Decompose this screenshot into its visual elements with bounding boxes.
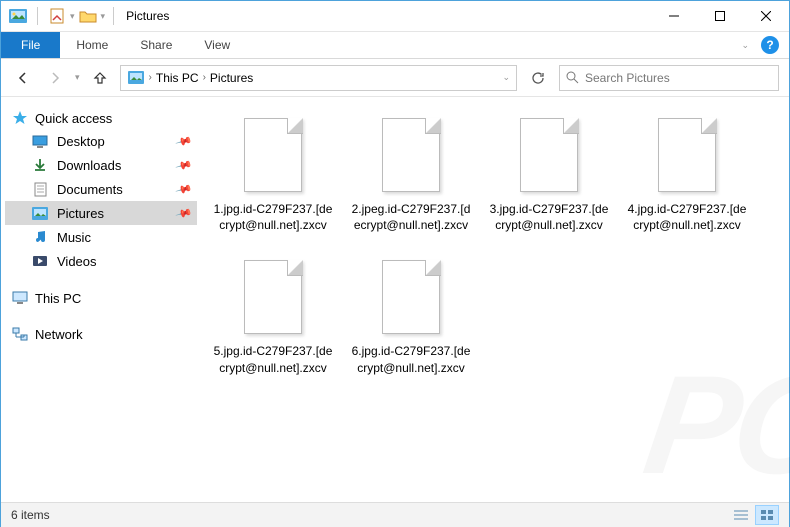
properties-icon[interactable] <box>46 5 68 27</box>
pictures-icon <box>31 205 49 221</box>
breadcrumb-item[interactable]: Pictures <box>210 71 253 85</box>
tab-home[interactable]: Home <box>60 32 124 58</box>
file-name: 6.jpg.id-C279F237.[decrypt@null.net].zxc… <box>351 343 471 375</box>
pin-icon: 📌 <box>175 156 193 174</box>
app-icon <box>7 5 29 27</box>
breadcrumb-item[interactable]: This PC <box>156 71 199 85</box>
sidebar-item-pictures[interactable]: Pictures 📌 <box>5 201 197 225</box>
file-item[interactable]: 6.jpg.id-C279F237.[decrypt@null.net].zxc… <box>351 257 471 375</box>
sidebar-label: This PC <box>35 291 81 306</box>
sidebar-item-desktop[interactable]: Desktop 📌 <box>5 129 197 153</box>
refresh-button[interactable] <box>525 65 551 91</box>
help-icon[interactable]: ? <box>761 36 779 54</box>
back-button[interactable] <box>11 66 35 90</box>
documents-icon <box>31 181 49 197</box>
sidebar-item-label: Pictures <box>57 206 104 221</box>
close-button[interactable] <box>743 1 789 31</box>
sidebar-item-documents[interactable]: Documents 📌 <box>5 177 197 201</box>
quick-access-toolbar: ▾ ▾ Pictures <box>1 5 169 27</box>
pin-icon: 📌 <box>175 204 193 222</box>
file-icon <box>655 115 719 195</box>
sidebar-item-label: Downloads <box>57 158 121 173</box>
search-icon <box>566 71 579 84</box>
file-icon <box>517 115 581 195</box>
sidebar-item-videos[interactable]: Videos <box>5 249 197 273</box>
maximize-button[interactable] <box>697 1 743 31</box>
file-grid[interactable]: 1.jpg.id-C279F237.[decrypt@null.net].zxc… <box>201 97 789 502</box>
sidebar-item-network[interactable]: Network <box>5 323 197 345</box>
sidebar-item-downloads[interactable]: Downloads 📌 <box>5 153 197 177</box>
file-item[interactable]: 5.jpg.id-C279F237.[decrypt@null.net].zxc… <box>213 257 333 375</box>
quick-access-group: Quick access Desktop📌Downloads📌Documents… <box>5 107 197 273</box>
network-icon <box>11 326 29 342</box>
file-icon <box>379 115 443 195</box>
search-input[interactable]: Search Pictures <box>559 65 779 91</box>
file-item[interactable]: 3.jpg.id-C279F237.[decrypt@null.net].zxc… <box>489 115 609 233</box>
search-placeholder: Search Pictures <box>585 71 670 85</box>
pictures-icon <box>127 70 145 86</box>
history-dropdown-icon[interactable]: ▾ <box>75 72 80 83</box>
status-text: 6 items <box>11 508 50 522</box>
videos-icon <box>31 253 49 269</box>
view-large-icons-button[interactable] <box>755 505 779 525</box>
tab-view[interactable]: View <box>188 32 246 58</box>
sidebar-item-quick-access[interactable]: Quick access <box>5 107 197 129</box>
window-controls <box>651 1 789 31</box>
tab-share[interactable]: Share <box>124 32 188 58</box>
ribbon: File Home Share View ⌄ ? <box>1 32 789 59</box>
window-title: Pictures <box>126 9 169 23</box>
qat-dropdown-icon[interactable]: ▾ <box>70 11 75 22</box>
statusbar: 6 items <box>1 502 789 527</box>
separator <box>37 7 38 25</box>
ribbon-expand-icon[interactable]: ⌄ <box>741 40 749 51</box>
file-name: 3.jpg.id-C279F237.[decrypt@null.net].zxc… <box>489 201 609 233</box>
titlebar: ▾ ▾ Pictures <box>1 1 789 32</box>
sidebar-item-this-pc[interactable]: This PC <box>5 287 197 309</box>
sidebar-item-label: Music <box>57 230 91 245</box>
file-icon <box>241 257 305 337</box>
sidebar-item-label: Desktop <box>57 134 105 149</box>
file-item[interactable]: 1.jpg.id-C279F237.[decrypt@null.net].zxc… <box>213 115 333 233</box>
desktop-icon <box>31 133 49 149</box>
file-name: 1.jpg.id-C279F237.[decrypt@null.net].zxc… <box>213 201 333 233</box>
qat-customize-icon[interactable]: ▾ <box>101 11 106 22</box>
music-icon <box>31 229 49 245</box>
new-folder-icon[interactable] <box>77 5 99 27</box>
forward-button[interactable] <box>43 66 67 90</box>
breadcrumb-dropdown-icon[interactable]: ⌄ <box>502 72 510 83</box>
chevron-right-icon[interactable]: › <box>203 72 206 83</box>
minimize-button[interactable] <box>651 1 697 31</box>
sidebar-item-label: Documents <box>57 182 123 197</box>
sidebar-item-label: Videos <box>57 254 97 269</box>
file-name: 4.jpg.id-C279F237.[decrypt@null.net].zxc… <box>627 201 747 233</box>
sidebar-label: Quick access <box>35 111 112 126</box>
sidebar-label: Network <box>35 327 83 342</box>
star-icon <box>11 110 29 126</box>
file-name: 5.jpg.id-C279F237.[decrypt@null.net].zxc… <box>213 343 333 375</box>
file-item[interactable]: 2.jpeg.id-C279F237.[decrypt@null.net].zx… <box>351 115 471 233</box>
pin-icon: 📌 <box>175 180 193 198</box>
sidebar-item-music[interactable]: Music <box>5 225 197 249</box>
file-tab[interactable]: File <box>1 32 60 58</box>
sidebar: Quick access Desktop📌Downloads📌Documents… <box>1 97 201 502</box>
file-icon <box>241 115 305 195</box>
body: Quick access Desktop📌Downloads📌Documents… <box>1 97 789 502</box>
file-item[interactable]: 4.jpg.id-C279F237.[decrypt@null.net].zxc… <box>627 115 747 233</box>
file-name: 2.jpeg.id-C279F237.[decrypt@null.net].zx… <box>351 201 471 233</box>
breadcrumb[interactable]: › This PC › Pictures ⌄ <box>120 65 517 91</box>
separator <box>113 7 114 25</box>
file-icon <box>379 257 443 337</box>
navbar: ▾ › This PC › Pictures ⌄ Search Pictures <box>1 59 789 97</box>
downloads-icon <box>31 157 49 173</box>
chevron-right-icon[interactable]: › <box>149 72 152 83</box>
view-details-button[interactable] <box>729 505 753 525</box>
up-button[interactable] <box>88 66 112 90</box>
pin-icon: 📌 <box>175 132 193 150</box>
computer-icon <box>11 290 29 306</box>
